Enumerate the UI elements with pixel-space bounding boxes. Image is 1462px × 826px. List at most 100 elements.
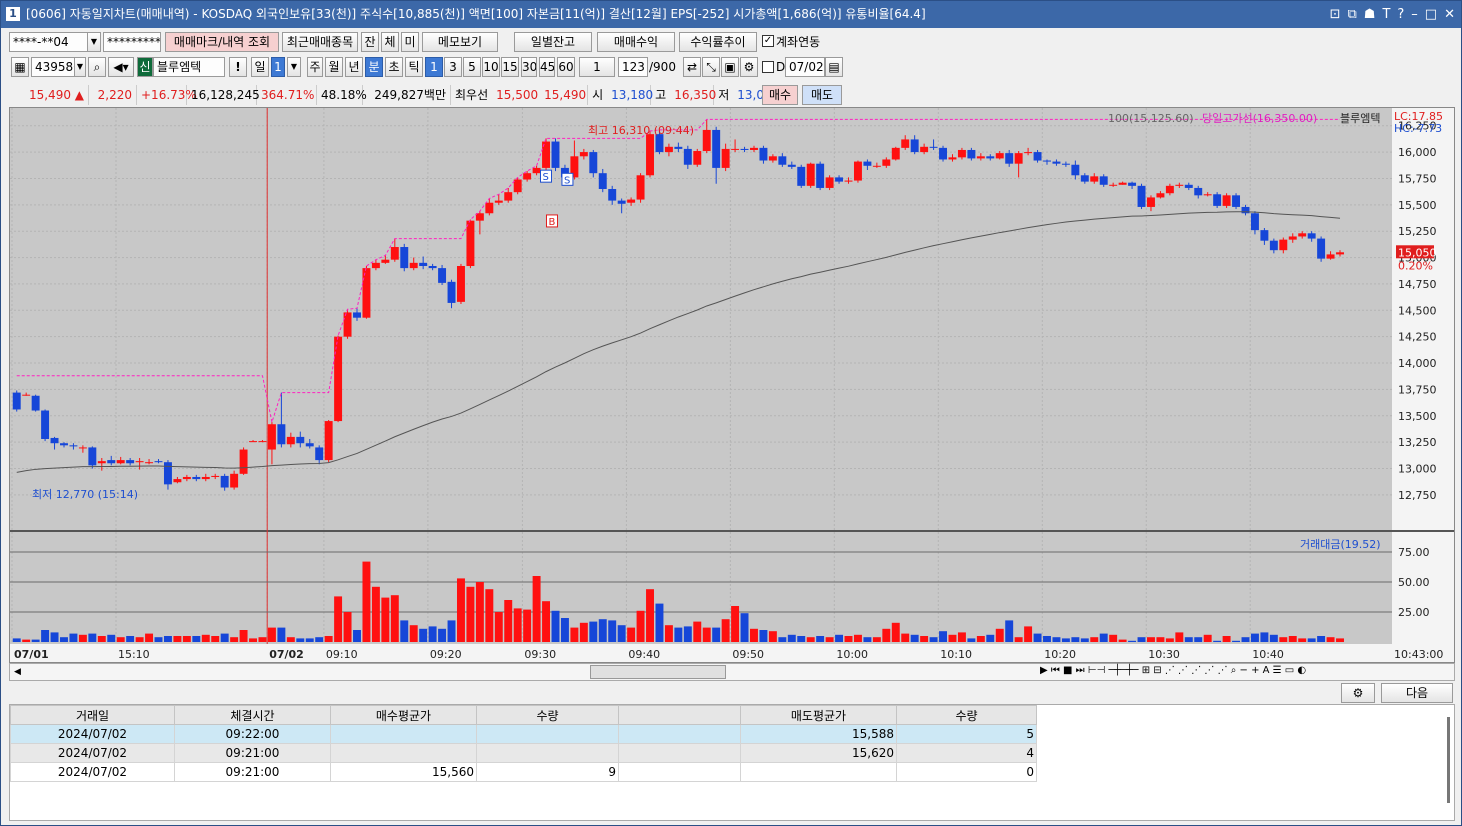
window-control-icon[interactable]: ⊡ <box>1330 1 1341 28</box>
fx-icon[interactable]: ⤡ <box>702 57 720 77</box>
scroll-left-icon[interactable]: ◀ <box>14 667 21 677</box>
mark-query-button[interactable]: 매매마크/내역 조회 <box>165 32 279 52</box>
period-tab-14[interactable]: 45 <box>539 57 555 77</box>
date-checkbox[interactable] <box>762 61 774 73</box>
volume-bar <box>901 633 910 642</box>
column-header[interactable]: 체결시간 <box>174 705 331 725</box>
volume-bar <box>872 637 881 642</box>
period-tab-12[interactable]: 15 <box>501 57 519 77</box>
period-tab-10[interactable]: 5 <box>463 57 481 77</box>
save-icon[interactable]: ▣ <box>721 57 739 77</box>
speaker-icon[interactable]: ◀▾ <box>108 57 134 77</box>
stock-name[interactable]: 블루엠텍 <box>153 57 225 77</box>
search-icon[interactable]: ⌕ <box>88 57 106 77</box>
table-row[interactable]: 2024/07/02 09:22:00 15,588 5 <box>10 724 1037 744</box>
volume-bar <box>1326 637 1335 642</box>
layout-icon[interactable]: ▦ <box>11 57 29 77</box>
period-tab-13[interactable]: 30 <box>521 57 537 77</box>
gear-icon[interactable]: ⚙ <box>1341 683 1375 703</box>
window-control-icon[interactable]: ? <box>1397 1 1404 28</box>
period-tab-11[interactable]: 10 <box>482 57 500 77</box>
period-tab-8[interactable]: 1 <box>425 57 443 77</box>
open-price: 13,180 <box>607 85 653 105</box>
period-tab-2[interactable]: 주 <box>307 57 323 77</box>
buy-button[interactable]: 매수 <box>762 85 798 105</box>
period-tab-6[interactable]: 초 <box>385 57 403 77</box>
window-control-icon[interactable]: □ <box>1425 1 1437 28</box>
table-cell: 15,560 <box>330 762 477 782</box>
date-input[interactable]: 07/02 <box>785 57 825 77</box>
period-tab-1[interactable]: 1 <box>271 57 285 77</box>
memo-button[interactable]: 메모보기 <box>422 32 498 52</box>
interval-select[interactable]: 1 <box>579 57 615 77</box>
table-scrollbar[interactable] <box>1447 717 1450 803</box>
period-tab-4[interactable]: 년 <box>345 57 363 77</box>
chart-area[interactable]: 16,25016,00015,75015,50015,25015,00014,7… <box>9 107 1455 663</box>
candle-body <box>107 460 116 464</box>
candle-body <box>1014 153 1023 164</box>
volume-bar <box>920 636 929 642</box>
candle-body <box>22 394 31 396</box>
column-header[interactable]: 매도평균가 <box>740 705 897 725</box>
account-link-checkbox[interactable]: ✓ <box>762 35 774 47</box>
recent-trades-button[interactable]: 최근매매종목 <box>282 32 358 52</box>
low-annotation: 최저 12,770 (15:14) <box>32 488 138 501</box>
volume-bar <box>277 627 286 642</box>
candle-body <box>797 166 806 186</box>
candle-body <box>211 475 220 477</box>
chevron-down-icon[interactable]: ▼ <box>87 32 101 52</box>
period-tab-5[interactable]: 분 <box>365 57 383 77</box>
window-control-icon[interactable]: T <box>1382 1 1390 28</box>
chevron-down-icon[interactable]: ▼ <box>287 57 301 77</box>
column-header[interactable]: 수량 <box>896 705 1037 725</box>
executed-button[interactable]: 체 <box>381 32 399 52</box>
candle-body <box>1005 153 1014 164</box>
calendar-icon[interactable]: ▤ <box>825 57 843 77</box>
volume-bar <box>627 627 636 642</box>
unexecuted-button[interactable]: 미 <box>401 32 419 52</box>
window-control-icon[interactable]: ✕ <box>1444 1 1455 28</box>
volume-bar <box>22 639 31 642</box>
password-field[interactable]: ********* <box>103 32 161 52</box>
chevron-down-icon[interactable]: ▼ <box>74 57 86 77</box>
playback-controls[interactable]: ▶ ⏮ ■ ⏭ ⊢⊣ ─┼─┼─ ⊞ ⊟ ⋰ ⋰ ⋰ ⋰ ⋰ ⌕ − + A ☰… <box>1040 665 1306 676</box>
column-header[interactable]: 매수평균가 <box>330 705 477 725</box>
profit-rate-button[interactable]: 수익률추이 <box>679 32 757 52</box>
period-tab-9[interactable]: 3 <box>444 57 462 77</box>
chart-scrollbar[interactable]: ◀ ▶ ⏮ ■ ⏭ ⊢⊣ ─┼─┼─ ⊞ ⊟ ⋰ ⋰ ⋰ ⋰ ⋰ ⌕ − + A… <box>9 663 1455 681</box>
window-control-icon[interactable]: ⧉ <box>1347 1 1356 28</box>
scroll-thumb[interactable] <box>590 665 726 679</box>
trade-profit-button[interactable]: 매매수익 <box>597 32 675 52</box>
window-control-icon[interactable]: ☗ <box>1364 1 1376 28</box>
period-tab-0[interactable]: 일 <box>251 57 269 77</box>
table-row[interactable]: 2024/07/02 09:21:00 15,560 9 0 <box>10 762 1037 782</box>
column-header[interactable]: 거래일 <box>10 705 175 725</box>
candle-body <box>1080 175 1089 182</box>
table-row[interactable]: 2024/07/02 09:21:00 15,620 4 <box>10 743 1037 763</box>
column-header[interactable]: 수량 <box>476 705 619 725</box>
table-cell <box>618 724 741 744</box>
candle-body <box>853 161 862 181</box>
candle-body <box>636 175 645 200</box>
column-header[interactable] <box>618 705 741 725</box>
volume-bar <box>116 637 125 642</box>
count-input[interactable]: 123 <box>618 57 648 77</box>
next-button[interactable]: 다음 <box>1381 683 1453 703</box>
last-pct-label: 0.20% <box>1398 259 1433 272</box>
stock-code-input[interactable]: 439580 <box>31 57 75 77</box>
period-tab-15[interactable]: 60 <box>557 57 575 77</box>
candle-body <box>664 146 673 153</box>
candle-body <box>1326 254 1335 259</box>
candle-body <box>1279 239 1288 251</box>
daily-balance-button[interactable]: 일별잔고 <box>514 32 592 52</box>
balance-button[interactable]: 잔 <box>361 32 379 52</box>
quote-strip: 15,490 ▲ 2,220 +16.73% 16,128,245 364.71… <box>9 85 779 105</box>
gear-icon[interactable]: ⚙ <box>740 57 758 77</box>
period-tab-3[interactable]: 월 <box>325 57 343 77</box>
price-chart[interactable]: 16,25016,00015,75015,50015,25015,00014,7… <box>10 108 1454 662</box>
sell-button[interactable]: 매도 <box>802 85 842 105</box>
window-control-icon[interactable]: – <box>1411 1 1418 28</box>
period-tab-7[interactable]: 틱 <box>405 57 423 77</box>
alert-button[interactable]: ! <box>229 57 247 77</box>
tool-icon[interactable]: ⇄ <box>683 57 701 77</box>
